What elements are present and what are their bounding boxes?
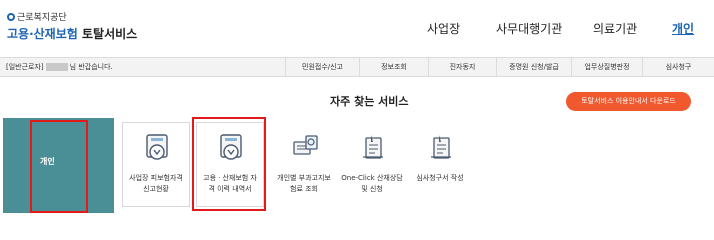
service-label-1: 사업장 피보험자격 (129, 174, 183, 182)
top-nav: 사업장 사무대행기관 의료기관 개인 (0, 20, 714, 40)
service-premium-lookup[interactable]: 개인별 부과고지보 험료 조회 (270, 122, 338, 207)
nav-medical[interactable]: 의료기관 (593, 20, 637, 37)
sub-menu-bar: [일반근로자] 님 반갑습니다. 민원접수/신고 정보조회 진자동지 증명원 신청… (0, 57, 714, 77)
nav-workplace[interactable]: 사업장 (427, 20, 460, 37)
document-pen-icon (431, 135, 451, 159)
personal-panel-label: 개인 (40, 157, 55, 166)
service-label-1: 개인별 부과고지보 (277, 174, 331, 182)
service-label-1: One-Click 산재상담 (341, 174, 403, 182)
nav-personal[interactable]: 개인 (672, 20, 694, 37)
menu-complaint-report[interactable]: 민원접수/신고 (285, 58, 359, 76)
menu-info-lookup[interactable]: 정보조회 (359, 58, 428, 76)
nav-agency[interactable]: 사무대행기관 (496, 20, 562, 37)
header: 근로복지공단 고용·산재보험 토탈서비스 사업장 사무대행기관 의료기관 개인 (0, 0, 714, 54)
service-insured-status[interactable]: 사업장 피보험자격 신고현황 (122, 122, 190, 207)
service-label-1: 심사청구서 작성 (416, 174, 464, 182)
menu-occupational-disease[interactable]: 업무상질병판정 (571, 58, 642, 76)
section-title: 자주 찾는 서비스 (330, 95, 409, 108)
service-review-claim-form[interactable]: 심사청구서 작성 (406, 122, 474, 207)
service-label-2: 및 신청 (361, 185, 383, 193)
user-greeting: [일반근로자] 님 반갑습니다. (6, 63, 113, 71)
folder-download-icon (146, 134, 168, 160)
highlight-box (192, 117, 266, 211)
service-label-2: 신고현황 (143, 185, 169, 193)
document-pen-icon (363, 135, 383, 159)
menu-progress[interactable]: 진자동지 (428, 58, 496, 76)
highlight-box (30, 120, 88, 213)
menu-certificate[interactable]: 증명원 신청/발급 (496, 58, 571, 76)
bill-search-icon (293, 135, 318, 155)
service-oneclick-consult[interactable]: One-Click 산재상담 및 신청 (338, 122, 406, 207)
personal-panel[interactable]: 개인 (3, 118, 114, 213)
service-label-2: 험료 조회 (290, 185, 318, 193)
menu-review-claim[interactable]: 심사청구 (642, 58, 714, 76)
guide-download-button[interactable]: 토탈서비스 이용안내서 다운로드 (566, 92, 691, 111)
masked-username (45, 63, 68, 71)
